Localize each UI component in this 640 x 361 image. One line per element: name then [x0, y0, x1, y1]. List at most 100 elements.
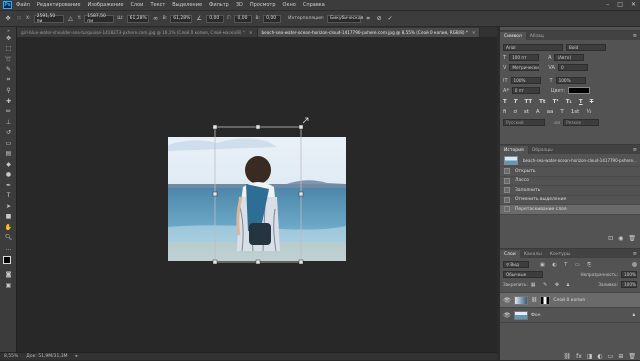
panel-menu-icon[interactable]: ≡: [633, 33, 637, 39]
clone-stamp-tool-icon[interactable]: ⊥: [0, 117, 17, 128]
transform-handle[interactable]: [298, 259, 304, 265]
new-document-from-state-icon[interactable]: ⊡: [608, 235, 613, 242]
menu-file[interactable]: Файл: [16, 2, 30, 8]
hand-tool-icon[interactable]: ✋: [0, 222, 17, 233]
layer-row[interactable]: 👁︎ Фон 🔒︎: [500, 308, 640, 323]
document-canvas[interactable]: [17, 37, 497, 352]
small-caps-icon[interactable]: Tt: [539, 99, 545, 105]
tab-paragraph[interactable]: Абзац: [526, 32, 548, 40]
blur-tool-icon[interactable]: ◆: [0, 159, 17, 170]
history-item[interactable]: Заполнить: [500, 186, 640, 196]
tab-layers[interactable]: Слои: [500, 250, 520, 258]
history-brush-tool-icon[interactable]: ↺: [0, 128, 17, 139]
history-item-current[interactable]: Перетаскивание слоя: [500, 205, 640, 215]
transform-handle[interactable]: [298, 124, 304, 130]
titling-icon[interactable]: T: [560, 109, 563, 115]
tracking-select[interactable]: 0: [557, 64, 588, 71]
font-style-select[interactable]: Bold: [566, 44, 606, 51]
width-field[interactable]: 61,28%: [126, 14, 149, 23]
zoom-tool-icon[interactable]: 🔍︎: [0, 233, 17, 244]
layer-style-icon[interactable]: fx: [576, 353, 582, 360]
cancel-transform-icon[interactable]: ⊘: [375, 15, 383, 23]
menu-3d[interactable]: 3D: [236, 2, 243, 8]
zoom-level[interactable]: 8,55%: [4, 354, 18, 359]
pen-tool-icon[interactable]: ✒: [0, 180, 17, 191]
eyedropper-tool-icon[interactable]: ⚲: [0, 86, 17, 97]
new-layer-icon[interactable]: ⊞: [618, 353, 623, 360]
tab-paths[interactable]: Контуры: [546, 250, 575, 258]
link-layers-icon[interactable]: ⛓︎: [563, 353, 571, 360]
layer-filter-icons[interactable]: ▣ ◐ T ▭ ⎘: [540, 262, 594, 268]
history-item[interactable]: Отменить выделение: [500, 196, 640, 205]
opacity-field[interactable]: 100%: [621, 271, 637, 278]
transform-handle[interactable]: [212, 259, 218, 265]
menu-view[interactable]: Просмотр: [250, 2, 276, 8]
menu-select[interactable]: Выделение: [172, 2, 202, 8]
discretionary-icon[interactable]: ơ: [513, 109, 516, 115]
transform-handle[interactable]: [298, 191, 304, 197]
more-tools-icon[interactable]: …: [0, 243, 17, 254]
all-caps-icon[interactable]: TT: [525, 99, 533, 105]
move-tool-icon[interactable]: ✥: [0, 33, 17, 44]
reference-point-icon[interactable]: ⁙: [15, 15, 23, 23]
vertical-scale-field[interactable]: 100%: [510, 77, 541, 84]
rectangle-tool-icon[interactable]: ■: [0, 212, 17, 223]
history-item[interactable]: Открыть: [500, 167, 640, 177]
layer-mask-thumbnail[interactable]: [540, 295, 551, 305]
trash-icon[interactable]: 🗑︎: [628, 353, 636, 360]
baseline-shift-field[interactable]: 0 пт: [511, 87, 540, 94]
menu-window[interactable]: Окно: [283, 2, 296, 8]
swash-icon[interactable]: A: [536, 109, 540, 115]
visibility-eye-icon[interactable]: 👁︎: [503, 297, 511, 304]
history-item[interactable]: Лассо: [500, 177, 640, 186]
interpolation-select[interactable]: Бикубическая: [327, 14, 363, 23]
faux-bold-icon[interactable]: T: [503, 99, 507, 105]
layer-row-selected[interactable]: 👁︎ ⛓︎ Слой 0 копия: [500, 293, 640, 308]
hskew-field[interactable]: 0,00: [234, 14, 253, 23]
panel-menu-icon[interactable]: ≡: [633, 147, 637, 153]
close-tab-icon[interactable]: ✕: [472, 30, 476, 35]
new-group-icon[interactable]: ▭: [608, 353, 614, 360]
eraser-tool-icon[interactable]: ▭: [0, 138, 17, 149]
transform-handle[interactable]: [212, 124, 218, 130]
document-tab-active[interactable]: beach-sea-water-ocean-horizon-cloud-1417…: [257, 28, 481, 37]
adjustment-layer-icon[interactable]: ◐: [597, 353, 602, 360]
brush-tool-icon[interactable]: ✏: [0, 107, 17, 118]
y-position-field[interactable]: 1587,50 пи: [84, 14, 115, 24]
transform-handle[interactable]: [255, 124, 261, 130]
status-arrow-icon[interactable]: ▸: [76, 354, 78, 359]
minimize-icon[interactable]: –: [606, 1, 609, 8]
vskew-field[interactable]: 0,00: [263, 14, 282, 23]
chain-link-icon[interactable]: ⛓︎: [531, 297, 537, 303]
alternates-icon[interactable]: aa: [547, 109, 554, 115]
ligatures-icon[interactable]: fi: [503, 109, 506, 115]
close-tab-icon[interactable]: ✕: [249, 30, 253, 35]
font-family-select[interactable]: Arial: [503, 44, 563, 51]
maximize-icon[interactable]: □: [617, 1, 623, 8]
menu-edit[interactable]: Редактирование: [37, 2, 81, 8]
foreground-color-swatch[interactable]: [3, 255, 11, 264]
subscript-icon[interactable]: T₁: [566, 99, 572, 105]
transform-handle[interactable]: [212, 191, 218, 197]
kerning-select[interactable]: Метрически: [509, 64, 540, 71]
horizontal-scale-field[interactable]: 100%: [555, 77, 586, 84]
visibility-eye-icon[interactable]: 👁︎: [503, 312, 511, 319]
marquee-tool-icon[interactable]: ⬚: [0, 44, 17, 55]
tab-history[interactable]: История: [500, 146, 528, 154]
menu-filter[interactable]: Фильтр: [209, 2, 229, 8]
menu-text[interactable]: Текст: [150, 2, 165, 8]
menu-help[interactable]: Справка: [303, 2, 325, 8]
healing-brush-tool-icon[interactable]: ✚: [0, 96, 17, 107]
faux-italic-icon[interactable]: T: [514, 99, 518, 105]
font-size-select[interactable]: 100 пт: [509, 54, 540, 61]
fill-field[interactable]: 100%: [621, 281, 637, 288]
dodge-tool-icon[interactable]: ●: [0, 170, 17, 181]
lock-icons[interactable]: ▦ ✎ ✥ 🔒︎: [531, 282, 573, 288]
stylistic-icon[interactable]: st: [524, 109, 529, 115]
layer-filter-select[interactable]: ⚲ Вид: [503, 261, 529, 268]
quick-select-tool-icon[interactable]: ✎: [0, 65, 17, 76]
height-field[interactable]: 61,28%: [170, 14, 193, 23]
panel-menu-icon[interactable]: ≡: [633, 251, 637, 257]
language-select[interactable]: Русский: [503, 119, 545, 126]
triangle-icon[interactable]: △: [67, 15, 75, 23]
